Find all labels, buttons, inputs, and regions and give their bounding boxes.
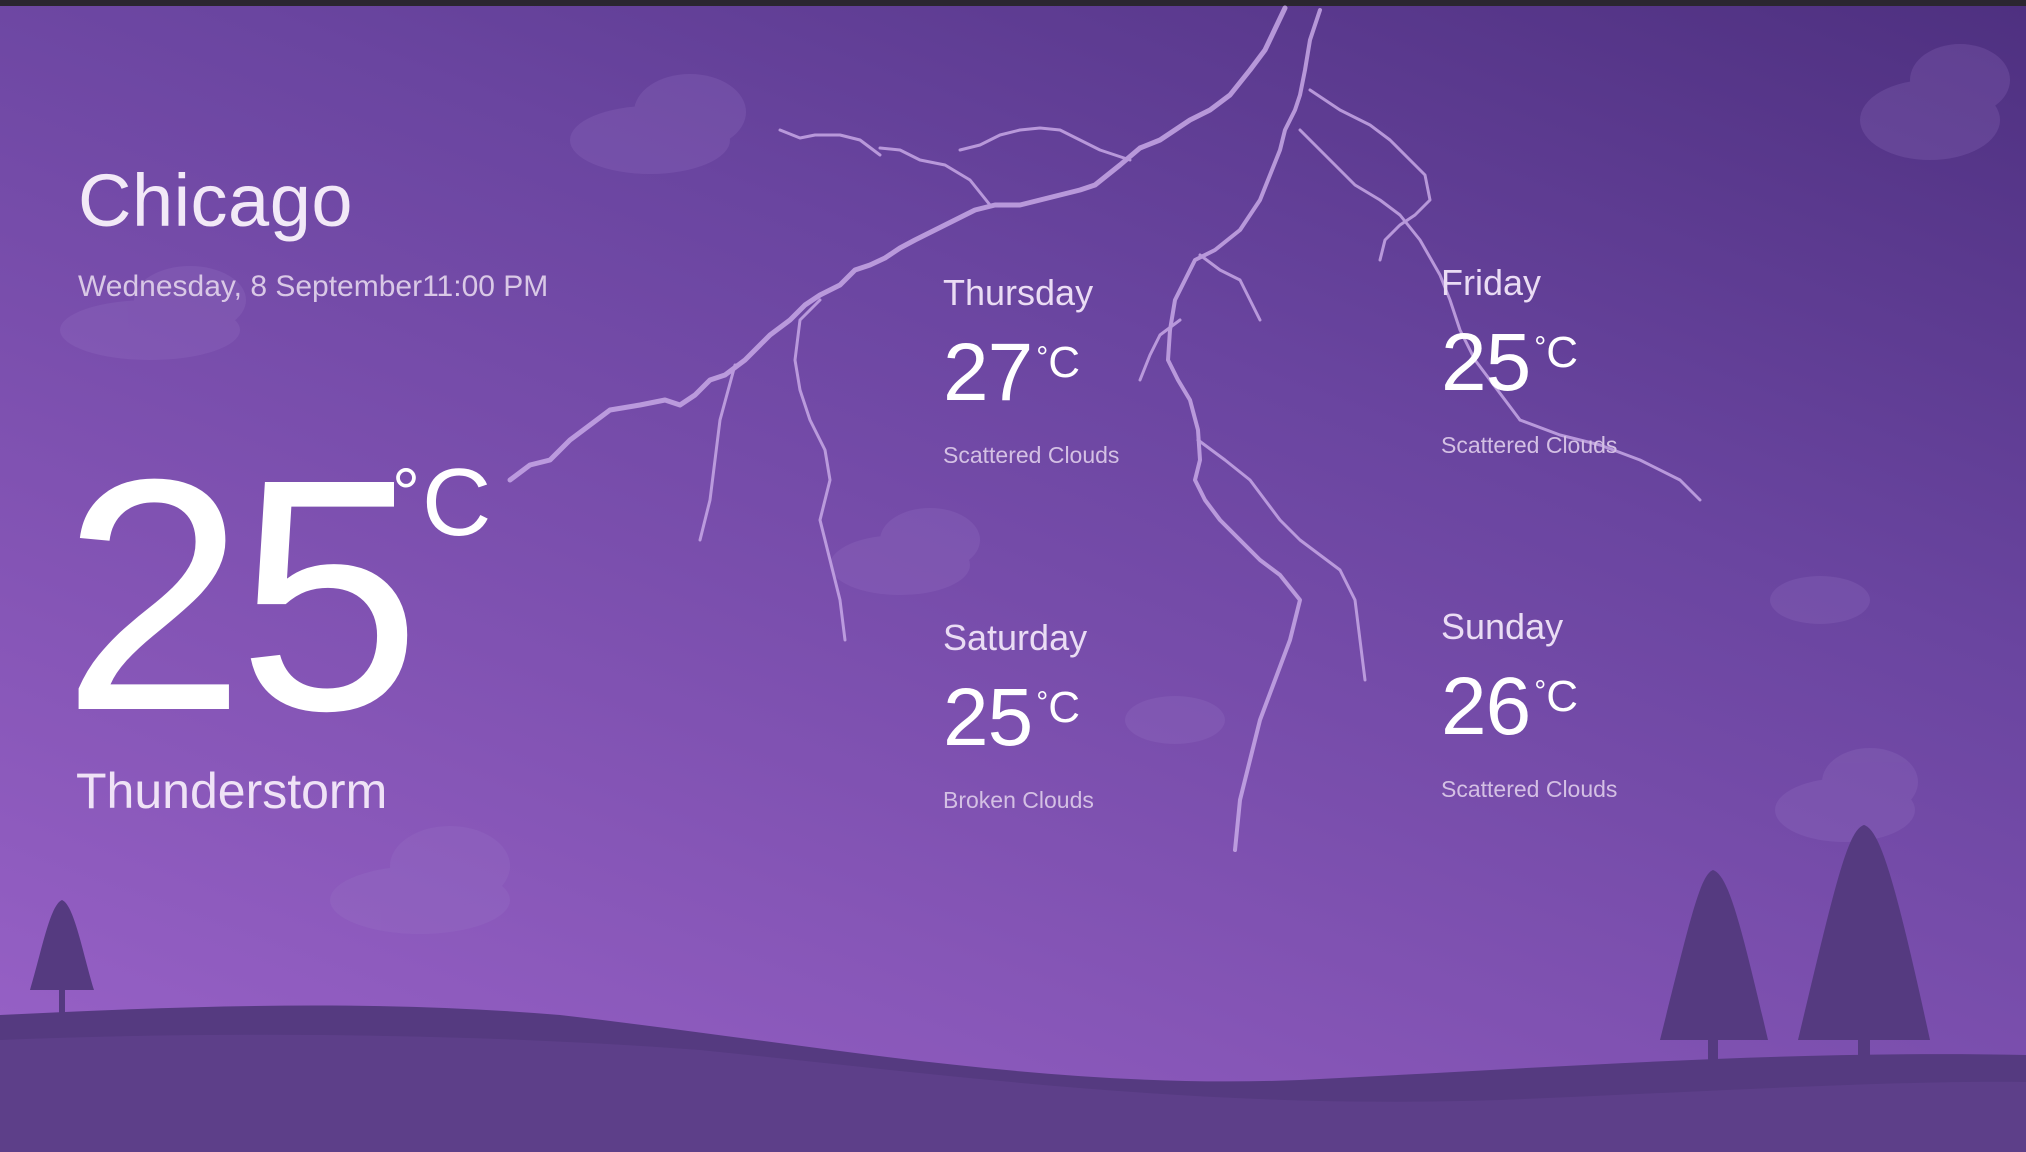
forecast-temperature: 27 (943, 327, 1033, 418)
current-date-time: Wednesday, 8 September11:00 PM (78, 270, 549, 303)
forecast-day-thursday: Thursday 27 °C Scattered Clouds (943, 272, 1303, 469)
forecast-temperature: 25 (943, 672, 1033, 763)
forecast-temperature: 26 (1441, 661, 1531, 752)
tree-icon (1798, 825, 1930, 1080)
weather-screen: Chicago Wednesday, 8 September11:00 PM 2… (0, 0, 2026, 1152)
cloud-icon (570, 74, 746, 174)
forecast-temperature-unit: °C (1534, 672, 1578, 721)
forecast-temperature: 25 (1441, 317, 1531, 408)
forecast-day-name: Saturday (943, 617, 1088, 658)
forecast-condition: Scattered Clouds (943, 442, 1120, 468)
forecast-temperature-unit: °C (1534, 328, 1578, 377)
current-temperature: 25 (62, 410, 421, 779)
current-temperature-unit: °C (392, 448, 491, 558)
current-condition: Thunderstorm (76, 763, 388, 819)
cloud-icon (330, 826, 510, 934)
forecast-condition: Broken Clouds (943, 787, 1094, 813)
city-name: Chicago (78, 159, 354, 242)
forecast-day-sunday: Sunday 26 °C Scattered Clouds (1441, 606, 1801, 803)
forecast-day-friday: Friday 25 °C Scattered Clouds (1441, 262, 1801, 459)
tree-icon (30, 900, 94, 1015)
forecast-condition: Scattered Clouds (1441, 432, 1618, 458)
forecast-condition: Scattered Clouds (1441, 776, 1618, 802)
forecast-temperature-unit: °C (1036, 338, 1080, 387)
unit-letter: C (422, 449, 492, 556)
cloud-icon (830, 508, 980, 595)
forecast-day-name: Friday (1441, 262, 1542, 303)
forecast-day-name: Thursday (943, 272, 1094, 313)
degree-symbol: ° (392, 454, 420, 532)
tree-icon (1660, 870, 1768, 1080)
cloud-icon (1860, 44, 2010, 160)
forecast-temperature-unit: °C (1036, 683, 1080, 732)
forecast-day-saturday: Saturday 25 °C Broken Clouds (943, 617, 1303, 814)
forecast-day-name: Sunday (1441, 606, 1564, 647)
